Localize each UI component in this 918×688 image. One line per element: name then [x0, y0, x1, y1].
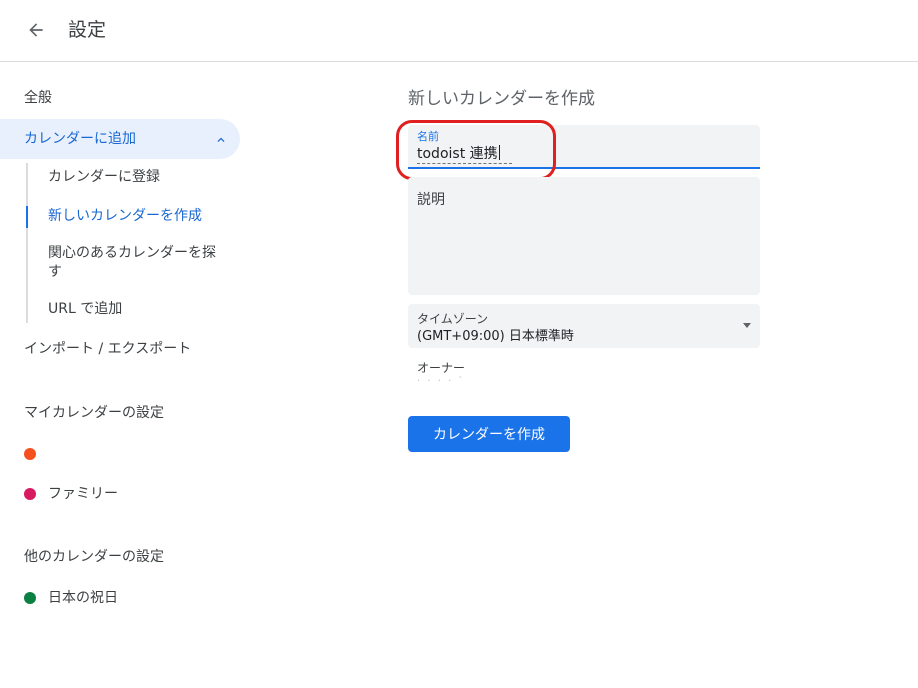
my-calendar-item-family[interactable]: ファミリー: [24, 484, 118, 504]
calendar-color-dot: [24, 448, 36, 460]
section-title: 新しいカレンダーを作成: [408, 89, 595, 109]
calendar-color-dot: [24, 488, 36, 500]
my-calendars-heading: マイカレンダーの設定: [24, 405, 164, 421]
description-field[interactable]: 説明: [408, 177, 760, 295]
name-field-label: 名前: [417, 130, 439, 143]
name-field-value[interactable]: todoist 連携: [417, 145, 512, 164]
calendar-name: ファミリー: [48, 486, 118, 502]
chevron-up-icon[interactable]: [214, 133, 228, 147]
subnav-rail: [26, 163, 28, 323]
timezone-select[interactable]: タイムゾーン (GMT+09:00) 日本標準時: [408, 304, 760, 348]
subnav-subscribe-calendar[interactable]: カレンダーに登録: [48, 168, 228, 187]
other-calendars-heading: 他のカレンダーの設定: [24, 549, 164, 565]
calendar-name-field[interactable]: 名前 todoist 連携: [408, 125, 760, 169]
subnav-create-new-calendar[interactable]: 新しいカレンダーを作成: [48, 207, 228, 226]
settings-sidebar: 全般 カレンダーに追加 カレンダーに登録 新しいカレンダーを作成 関心のあるカレ…: [0, 63, 260, 688]
text-caret: [498, 145, 500, 160]
subnav-add-by-url[interactable]: URL で追加: [48, 300, 228, 319]
calendar-name: 日本の祝日: [48, 590, 118, 606]
subnav-rail-active-marker: [26, 206, 28, 228]
name-field-text: todoist 連携: [417, 146, 498, 162]
settings-header: 設定: [0, 0, 918, 62]
nav-add-calendar[interactable]: カレンダーに追加: [0, 119, 240, 159]
nav-import-export[interactable]: インポート / エクスポート: [24, 339, 191, 359]
other-calendar-item-holidays[interactable]: 日本の祝日: [24, 588, 118, 608]
back-button[interactable]: [22, 16, 50, 44]
timezone-value: (GMT+09:00) 日本標準時: [417, 329, 574, 344]
my-calendar-item[interactable]: [24, 444, 48, 464]
subnav-browse-calendars[interactable]: 関心のあるカレンダーを探す: [48, 244, 228, 282]
nav-add-calendar-label: カレンダーに追加: [24, 131, 136, 147]
calendar-color-dot: [24, 592, 36, 604]
owner-label: オーナー: [417, 361, 466, 375]
dropdown-arrow-icon: [743, 323, 751, 328]
page-title: 設定: [68, 19, 107, 41]
description-placeholder: 説明: [417, 192, 445, 208]
create-calendar-button[interactable]: カレンダーを作成: [408, 416, 570, 452]
arrow-left-icon: [29, 23, 43, 37]
nav-general[interactable]: 全般: [24, 88, 52, 108]
timezone-label: タイムゾーン: [417, 312, 489, 326]
owner-value: · · · · `: [417, 376, 466, 387]
